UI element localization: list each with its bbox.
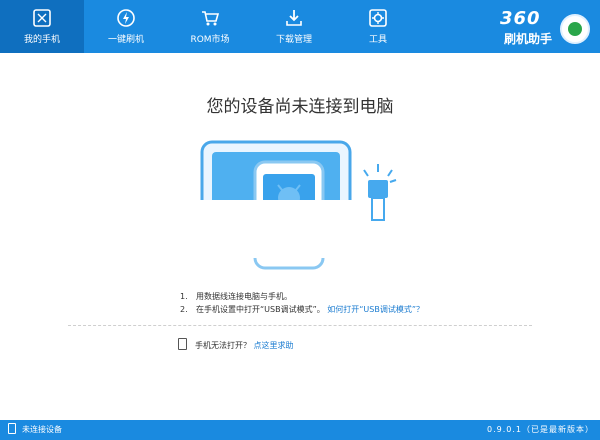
flash-icon <box>117 9 135 27</box>
divider <box>68 325 532 326</box>
logo-icon <box>560 14 590 44</box>
brand-logo: 360 刷机助手 <box>500 6 590 48</box>
tab-my-phone[interactable]: 我的手机 <box>0 0 84 53</box>
tab-label: ROM市场 <box>190 35 230 45</box>
step-number: 2. <box>180 305 188 314</box>
connection-steps: 1. 用数据线连接电脑与手机。 2. 在手机设置中打开“USB调试模式”。 如何打开… <box>180 290 424 316</box>
phone-usb-illustration <box>200 140 400 270</box>
tab-label: 下载管理 <box>275 35 312 45</box>
phone-small-icon <box>178 338 187 350</box>
top-nav-bar: 我的手机 一键刷机 ROM市场 下载管理 工具 360 刷机助手 <box>0 0 600 53</box>
device-icon <box>8 423 16 434</box>
help-row: 手机无法打开？ 点这里求助 <box>178 338 294 351</box>
step-item: 2. 在手机设置中打开“USB调试模式”。 如何打开“USB调试模式”？ <box>180 303 424 316</box>
cart-icon <box>202 11 220 26</box>
brand-name: 刷机助手 <box>504 32 553 46</box>
step-number: 1. <box>180 292 188 301</box>
tab-tools[interactable]: 工具 <box>336 0 420 53</box>
tab-label: 一键刷机 <box>107 35 144 45</box>
tab-rom-market[interactable]: ROM市场 <box>168 0 252 53</box>
brand-number: 360 <box>500 8 541 29</box>
tab-download-manager[interactable]: 下载管理 <box>252 0 336 53</box>
phone-icon <box>33 9 51 27</box>
help-link[interactable]: 点这里求助 <box>254 341 294 350</box>
device-status-text: 未连接设备 <box>22 425 62 434</box>
tools-icon <box>369 9 387 27</box>
usb-debug-help-link[interactable]: 如何打开“USB调试模式”？ <box>327 305 424 314</box>
tab-label: 工具 <box>368 35 387 45</box>
step-text: 用数据线连接电脑与手机。 <box>196 292 292 301</box>
device-status: 未连接设备 <box>8 420 62 440</box>
page-title: 您的设备尚未连接到电脑 <box>206 97 394 117</box>
status-bar: 未连接设备 0.9.0.1（已是最新版本） <box>0 420 600 440</box>
tab-one-click-flash[interactable]: 一键刷机 <box>84 0 168 53</box>
step-item: 1. 用数据线连接电脑与手机。 <box>180 290 424 303</box>
help-text: 手机无法打开？ <box>195 341 251 350</box>
step-text: 在手机设置中打开“USB调试模式”。 <box>196 305 325 314</box>
download-icon <box>286 10 302 26</box>
tab-label: 我的手机 <box>23 35 60 45</box>
version-text: 0.9.0.1（已是最新版本） <box>487 425 594 434</box>
